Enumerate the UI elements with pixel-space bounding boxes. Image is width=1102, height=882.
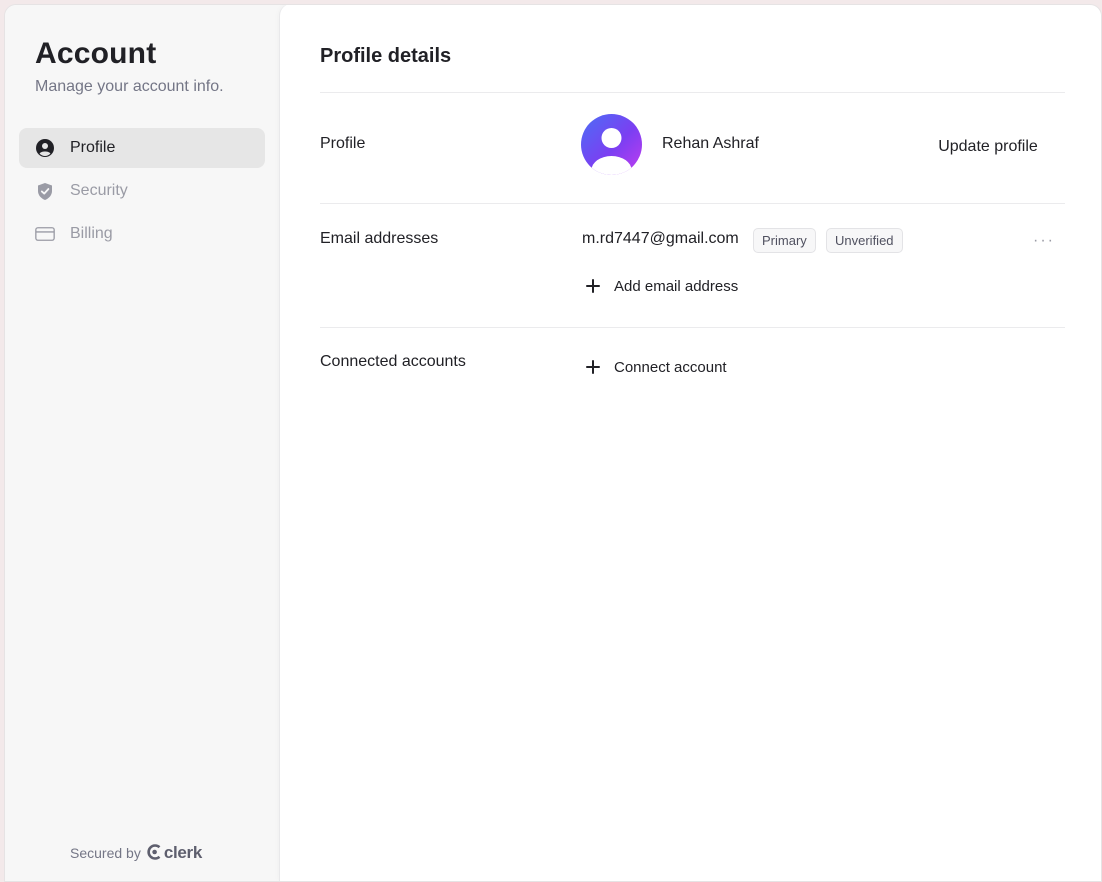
- sidebar-item-label: Security: [70, 182, 128, 199]
- plus-icon: [586, 279, 600, 293]
- email-address: m.rd7447@gmail.com: [582, 230, 739, 247]
- sidebar: Account Manage your account info. Profil…: [5, 5, 279, 881]
- email-row-label: Email addresses: [320, 230, 439, 247]
- divider: [320, 327, 1065, 328]
- connect-account-button[interactable]: Connect account: [580, 352, 733, 382]
- sidebar-item-label: Billing: [70, 225, 113, 242]
- secured-by-text: Secured by: [70, 845, 141, 861]
- primary-badge: Primary: [753, 228, 816, 253]
- plus-icon: [586, 360, 600, 374]
- add-email-label: Add email address: [614, 277, 739, 295]
- profile-name: Rehan Ashraf: [662, 135, 759, 152]
- clerk-logo-icon: [147, 843, 162, 863]
- email-more-menu-button[interactable]: ···: [1028, 230, 1060, 252]
- avatar: [581, 114, 642, 175]
- account-modal: Account Manage your account info. Profil…: [4, 4, 1102, 882]
- page-title: Profile details: [320, 45, 452, 67]
- clerk-wordmark: clerk: [163, 843, 203, 862]
- secured-by-footer: Secured by clerk: [70, 843, 202, 863]
- sidebar-nav: Profile Security Billing: [19, 128, 265, 257]
- sidebar-subtitle: Manage your account info.: [35, 78, 224, 95]
- profile-row-label: Profile: [320, 135, 366, 152]
- divider: [320, 203, 1065, 204]
- sidebar-item-label: Profile: [70, 139, 116, 156]
- sidebar-item-profile[interactable]: Profile: [19, 128, 265, 168]
- user-circle-icon: [35, 138, 55, 158]
- clerk-logo[interactable]: clerk: [147, 843, 202, 863]
- connected-accounts-label: Connected accounts: [320, 353, 466, 370]
- main-panel: Profile details Profile Rehan Ashraf Upd…: [279, 5, 1101, 881]
- sidebar-title: Account: [35, 37, 157, 70]
- connect-account-label: Connect account: [614, 358, 727, 376]
- update-profile-button[interactable]: Update profile: [925, 132, 1051, 162]
- sidebar-item-security[interactable]: Security: [19, 171, 265, 211]
- add-email-button[interactable]: Add email address: [580, 271, 744, 301]
- divider: [320, 92, 1065, 93]
- credit-card-icon: [35, 224, 55, 244]
- sidebar-item-billing[interactable]: Billing: [19, 214, 265, 254]
- shield-icon: [35, 181, 55, 201]
- user-silhouette-icon: [591, 128, 632, 175]
- unverified-badge: Unverified: [826, 228, 903, 253]
